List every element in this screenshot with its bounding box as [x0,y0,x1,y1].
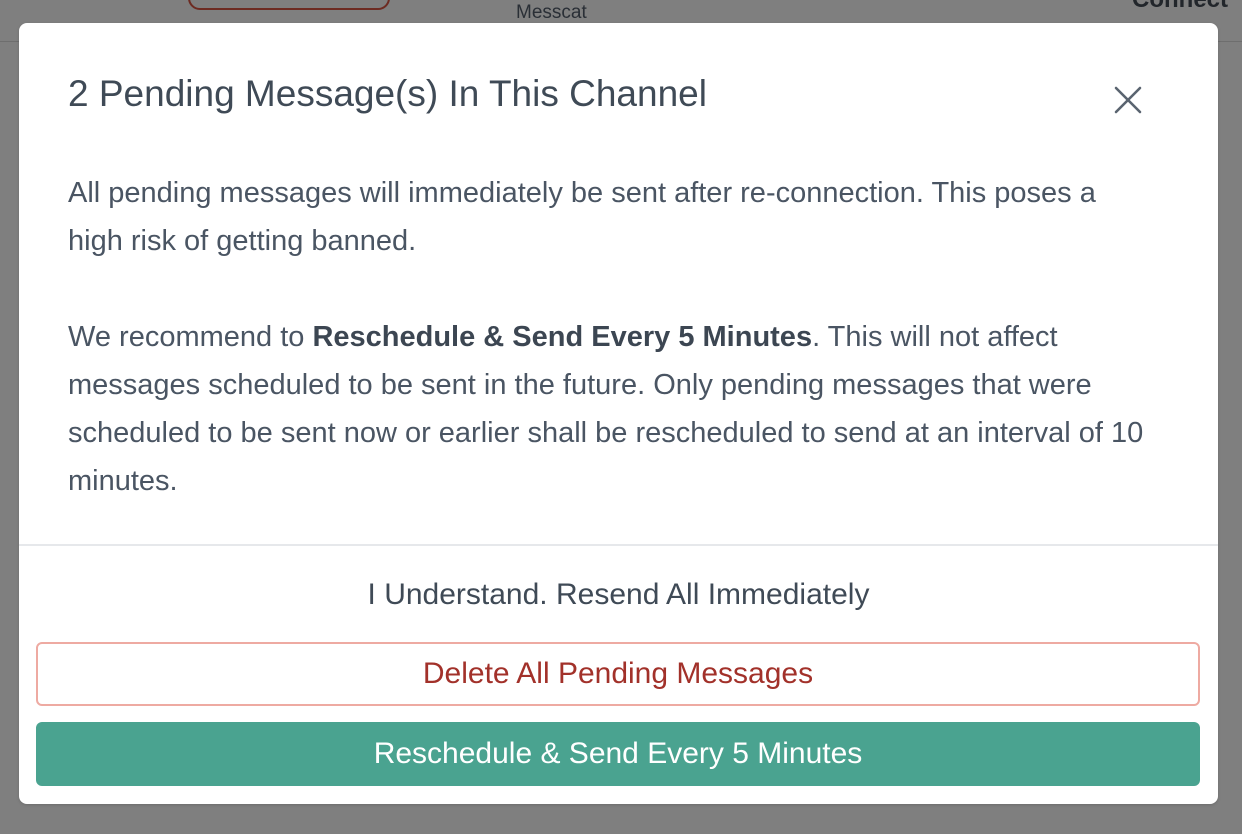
close-icon [1114,86,1142,114]
pending-messages-modal: 2 Pending Message(s) In This Channel All… [19,23,1218,804]
background-pill-button [188,0,390,10]
recommendation-highlight: Reschedule & Send Every 5 Minutes [312,321,813,353]
close-button[interactable] [1107,79,1149,121]
resend-all-button[interactable]: I Understand. Resend All Immediately [19,571,1218,619]
footer-divider [19,544,1218,546]
background-header-label: Messcat [516,2,587,23]
warning-paragraph: All pending messages will immediately be… [68,177,1096,257]
modal-title: 2 Pending Message(s) In This Channel [68,73,707,114]
delete-all-button[interactable]: Delete All Pending Messages [36,642,1200,706]
reschedule-button[interactable]: Reschedule & Send Every 5 Minutes [36,722,1200,786]
modal-body: All pending messages will immediately be… [68,169,1158,505]
recommendation-paragraph: We recommend to Reschedule & Send Every … [68,313,1158,505]
recommendation-prefix: We recommend to [68,321,313,353]
background-header-right-text: Connect [1132,0,1228,14]
